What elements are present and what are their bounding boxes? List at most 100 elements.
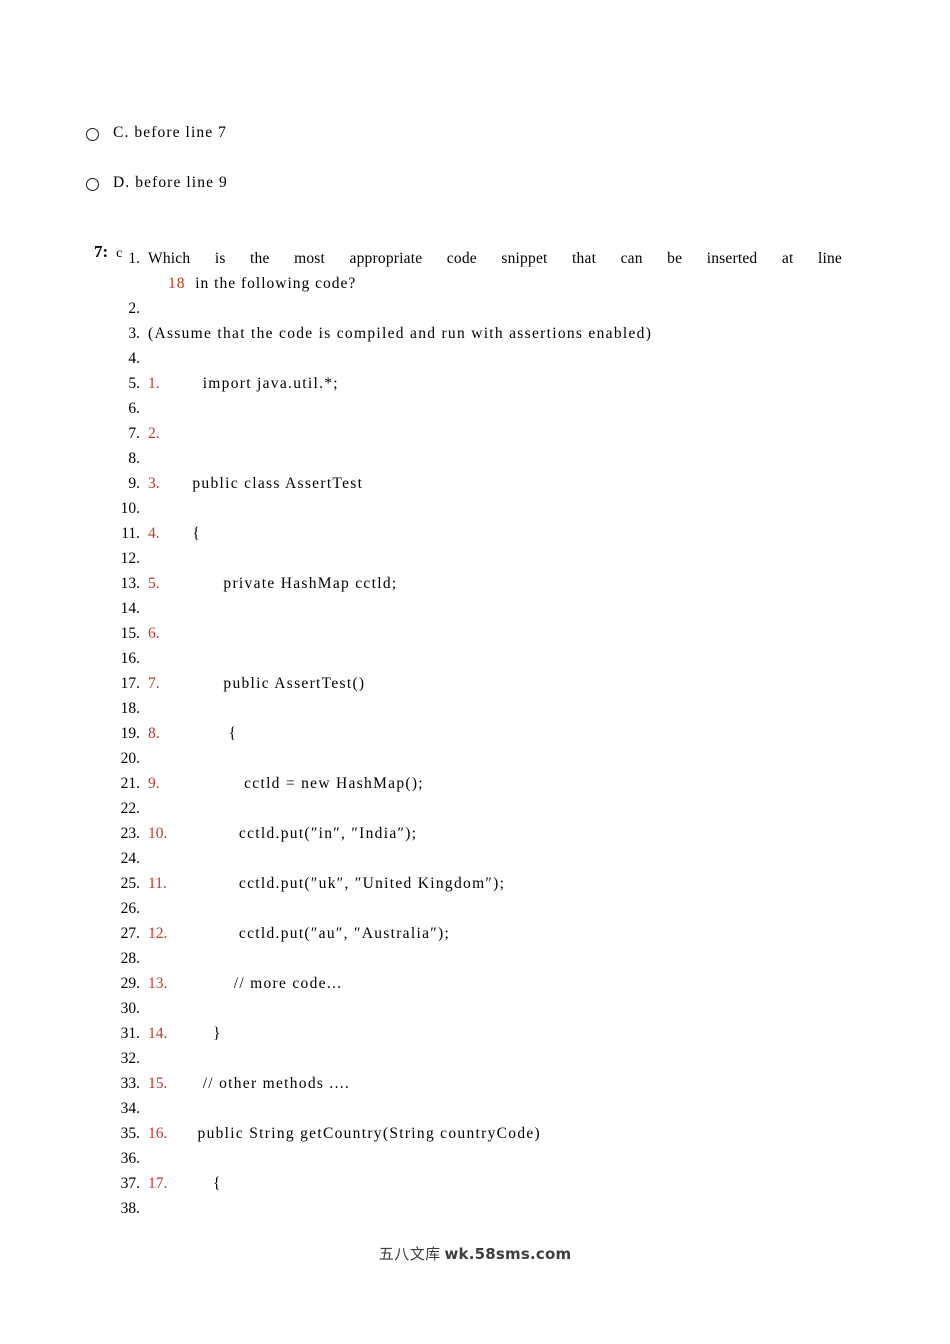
listing-row-number: 16.	[120, 650, 140, 667]
listing-row-continuation: 18 in the following code?	[0, 275, 950, 300]
code-line: 1. import java.util.*;	[148, 375, 339, 393]
code-line-number: 15.	[148, 1075, 182, 1093]
code-line-number-value: 12.	[148, 925, 168, 942]
code-line-number-value: 15.	[148, 1075, 168, 1092]
code-line: 15. // other methods ....	[148, 1075, 350, 1093]
listing-row-number: 24.	[120, 850, 140, 867]
listing-row-number: 37.	[120, 1175, 140, 1192]
listing-row-number: 9.	[128, 475, 140, 492]
listing-row-number: 28.	[120, 950, 140, 967]
code-line-text: }	[182, 1025, 222, 1042]
listing-row: 21. 9. cctld = new HashMap();	[0, 775, 950, 800]
code-line-number: 1.	[148, 375, 182, 393]
code-line: 12. cctld.put(″au″, ″Australia″);	[148, 925, 450, 943]
code-line-number-value: 17.	[148, 1175, 168, 1192]
listing-row: 9. 3. public class AssertTest	[0, 475, 950, 500]
answer-option[interactable]: D. before line 9	[86, 174, 866, 224]
code-line-number: 4.	[148, 525, 182, 543]
code-line: 9. cctld = new HashMap();	[148, 775, 424, 793]
listing-row: 27. 12. cctld.put(″au″, ″Australia″);	[0, 925, 950, 950]
code-line-text: {	[182, 1175, 222, 1192]
listing-row-number: 14.	[120, 600, 140, 617]
listing-row: 29. 13. // more code...	[0, 975, 950, 1000]
listing-row: 36.	[0, 1150, 950, 1175]
listing-row: 19. 8. {	[0, 725, 950, 750]
code-line: 13. // more code...	[148, 975, 342, 993]
listing-row-number: 13.	[120, 575, 140, 592]
document-page: C. before line 7 D. before line 9 7: c 1.…	[0, 0, 950, 1344]
listing-row: 30.	[0, 1000, 950, 1025]
code-line-text: {	[182, 725, 238, 742]
code-line-number-value: 5.	[148, 575, 160, 592]
code-line-number-value: 14.	[148, 1025, 168, 1042]
listing-row-number: 1.	[128, 250, 140, 267]
listing-row-number: 8.	[128, 450, 140, 467]
listing-row: 24.	[0, 850, 950, 875]
listing-row: 14.	[0, 600, 950, 625]
listing-row: 25. 11. cctld.put(″uk″, ″United Kingdom″)…	[0, 875, 950, 900]
code-line-text: {	[182, 525, 202, 542]
listing-row-number: 12.	[120, 550, 140, 567]
answer-option[interactable]: C. before line 7	[86, 124, 866, 174]
answer-option-label: C. before line 7	[113, 124, 228, 141]
listing-row-number: 32.	[120, 1050, 140, 1067]
listing-row-number: 20.	[120, 750, 140, 767]
code-line-text: public AssertTest()	[182, 675, 366, 692]
code-line-number: 7.	[148, 675, 182, 693]
listing-row-number: 6.	[128, 400, 140, 417]
code-line-text: cctld.put(″uk″, ″United Kingdom″);	[182, 875, 506, 892]
code-line: 10. cctld.put(″in″, ″India″);	[148, 825, 417, 843]
watermark: 五八文库 wk.58sms.com	[0, 1243, 950, 1264]
listing-row: 6.	[0, 400, 950, 425]
code-line-number-value: 9.	[148, 775, 160, 792]
question-text-line-2-rest	[186, 275, 196, 292]
listing-row: 5. 1. import java.util.*;	[0, 375, 950, 400]
listing-row-number: 22.	[120, 800, 140, 817]
radio-button-unchecked-icon[interactable]	[86, 178, 99, 191]
code-line-number-value: 7.	[148, 675, 160, 692]
listing-row: 20.	[0, 750, 950, 775]
code-line-number-value: 10.	[148, 825, 168, 842]
listing-row-number: 27.	[120, 925, 140, 942]
listing-row: 37. 17. {	[0, 1175, 950, 1200]
assume-note-text: (Assume that the code is compiled and ru…	[148, 325, 653, 342]
listing-row-number: 36.	[120, 1150, 140, 1167]
code-line: 8. {	[148, 725, 237, 743]
listing-row: 12.	[0, 550, 950, 575]
code-line-number-value: 2.	[148, 425, 160, 442]
code-line: 11. cctld.put(″uk″, ″United Kingdom″);	[148, 875, 505, 893]
code-line-number: 11.	[148, 875, 182, 893]
code-line-number: 5.	[148, 575, 182, 593]
code-listing: 1. Which is the most appropriate code sni…	[0, 250, 950, 1225]
code-line-number-value: 16.	[148, 1125, 168, 1142]
code-line-number-value: 3.	[148, 475, 160, 492]
listing-row: 15. 6.	[0, 625, 950, 650]
answer-options-group: C. before line 7 D. before line 9	[86, 124, 866, 224]
listing-row: 35. 16. public String getCountry(String c…	[0, 1125, 950, 1150]
code-line: 17. {	[148, 1175, 222, 1193]
code-line-text: cctld.put(″in″, ″India″);	[182, 825, 418, 842]
code-line-number-value: 13.	[148, 975, 168, 992]
question-text-line-2: 18 in the following code?	[168, 275, 356, 293]
code-line-text: // other methods ....	[182, 1075, 351, 1092]
code-line-number: 10.	[148, 825, 182, 843]
listing-row: 16.	[0, 650, 950, 675]
listing-row-number: 26.	[120, 900, 140, 917]
listing-row: 7. 2.	[0, 425, 950, 450]
code-line-number: 8.	[148, 725, 182, 743]
listing-row: 28.	[0, 950, 950, 975]
listing-row-number: 31.	[120, 1025, 140, 1042]
watermark-url: wk.58sms.com	[444, 1245, 572, 1263]
code-line-number: 12.	[148, 925, 182, 943]
code-line-number: 13.	[148, 975, 182, 993]
listing-row: 13. 5. private HashMap cctld;	[0, 575, 950, 600]
watermark-brand: 五八文库	[378, 1245, 441, 1263]
code-line: 7. public AssertTest()	[148, 675, 365, 693]
code-line-text: cctld = new HashMap();	[182, 775, 424, 792]
radio-button-unchecked-icon[interactable]	[86, 128, 99, 141]
code-line: 6.	[148, 625, 182, 643]
code-line-number: 14.	[148, 1025, 182, 1043]
listing-row: 3. (Assume that the code is compiled and …	[0, 325, 950, 350]
listing-row-number: 33.	[120, 1075, 140, 1092]
code-line-number-value: 1.	[148, 375, 160, 392]
